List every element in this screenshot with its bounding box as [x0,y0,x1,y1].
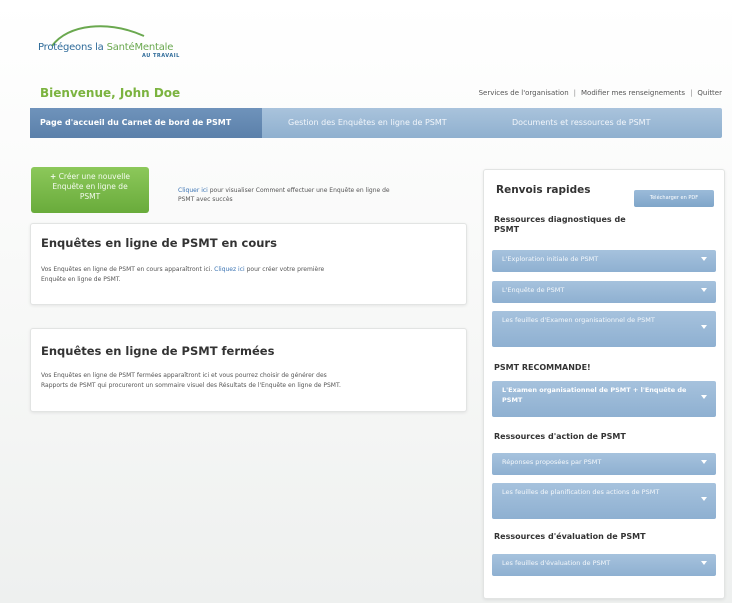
plus-icon: + [50,172,57,181]
quick-links-sidebar: Renvois rapides Télécharger en PDF Resso… [483,169,725,599]
quick-link-org-review-sheets[interactable]: Les feuilles d'Examen organisationnel de… [492,311,716,347]
quick-link-label: Les feuilles d'évaluation de PSMT [502,559,611,567]
quick-link-action-planning-sheets[interactable]: Les feuilles de planification des action… [492,483,716,519]
link-edit-profile[interactable]: Modifier mes renseignements [581,89,685,97]
help-text: Cliquer ici pour visualiser Comment effe… [178,186,468,204]
link-quit[interactable]: Quitter [697,89,722,97]
quick-link-survey[interactable]: L'Enquête de PSMT [492,281,716,303]
section-heading-action: Ressources d'action de PSMT [494,432,626,441]
quick-link-label: Réponses proposées par PSMT [502,458,602,466]
chevron-down-icon [701,561,707,565]
section-heading-evaluation: Ressources d'évaluation de PSMT [494,532,646,541]
panel-title: Enquêtes en ligne de PSMT fermées [41,344,275,358]
create-survey-button[interactable]: + Créer une nouvelle Enquête en ligne de… [31,167,149,213]
page: Protégeons la SantéMentale AU TRAVAIL Bi… [0,0,732,603]
quick-link-evaluation-sheets[interactable]: Les feuilles d'évaluation de PSMT [492,554,716,576]
panel-body: Vos Enquêtes en ligne de PSMT fermées ap… [41,371,341,391]
logo[interactable]: Protégeons la SantéMentale AU TRAVAIL [30,22,190,72]
quick-link-recommended-review[interactable]: L'Examen organisationnel de PSMT + l'Enq… [492,381,716,417]
quick-link-label: L'Examen organisationnel de PSMT + l'Enq… [502,386,687,404]
panel-text: Vos Enquêtes en ligne de PSMT fermées ap… [41,372,327,379]
chevron-down-icon [701,395,707,399]
panel-body: Vos Enquêtes en ligne de PSMT en cours a… [41,265,324,285]
panel-title: Enquêtes en ligne de PSMT en cours [41,236,277,250]
help-text-part: PSMT avec succès [178,196,233,203]
download-pdf-button[interactable]: Télécharger en PDF [634,190,714,207]
link-organization-services[interactable]: Services de l'organisation [479,89,569,97]
chevron-down-icon [701,460,707,464]
chevron-down-icon [701,257,707,261]
create-first-survey-link[interactable]: Cliquez ici [214,266,245,273]
logo-subtitle: AU TRAVAIL [142,53,180,59]
current-surveys-panel: Enquêtes en ligne de PSMT en cours Vos E… [30,223,467,305]
chevron-down-icon [701,497,707,501]
logo-text: Protégeons la SantéMentale [38,42,174,53]
quick-link-label: L'Enquête de PSMT [502,286,565,294]
quick-link-label: Les feuilles d'Examen organisationnel de… [502,316,655,324]
nav-tab-survey-management[interactable]: Gestion des Enquêtes en ligne de PSMT [278,108,457,138]
panel-text: Enquête en ligne de PSMT. [41,276,121,283]
nav-tab-dashboard-home[interactable]: Page d'accueil du Carnet de bord de PSMT [30,108,262,138]
sidebar-title: Renvois rapides [496,184,591,196]
create-button-line: PSMT [79,192,101,201]
section-heading-diagnostic: Ressources diagnostiques de PSMT [494,215,626,234]
panel-text: pour créer votre première [244,266,325,273]
chevron-down-icon [701,288,707,292]
quick-link-proposed-responses[interactable]: Réponses proposées par PSMT [492,453,716,475]
chevron-down-icon [701,325,707,329]
quick-link-label: Les feuilles de planification des action… [502,488,660,496]
quick-link-initial-exploration[interactable]: L'Exploration initiale de PSMT [492,250,716,272]
panel-text: Rapports de PSMT qui procureront un somm… [41,382,341,389]
quick-link-label: L'Exploration initiale de PSMT [502,255,599,263]
main-nav: Page d'accueil du Carnet de bord de PSMT… [30,108,722,138]
nav-tab-documents[interactable]: Documents et ressources de PSMT [502,108,660,138]
closed-surveys-panel: Enquêtes en ligne de PSMT fermées Vos En… [30,328,467,412]
top-links: Services de l'organisation | Modifier mes … [479,89,722,97]
help-text-part: pour visualiser Comment effectuer une En… [207,187,390,194]
panel-text: Vos Enquêtes en ligne de PSMT en cours a… [41,266,215,273]
section-heading-recommended: PSMT RECOMMANDE! [494,363,591,372]
create-button-line: Enquête en ligne de [52,182,128,191]
separator: | [573,89,577,97]
create-button-line: Créer une nouvelle [58,172,130,181]
welcome-message: Bienvenue, John Doe [40,86,181,100]
help-link[interactable]: Cliquer ici [178,187,208,194]
separator: | [690,89,693,97]
